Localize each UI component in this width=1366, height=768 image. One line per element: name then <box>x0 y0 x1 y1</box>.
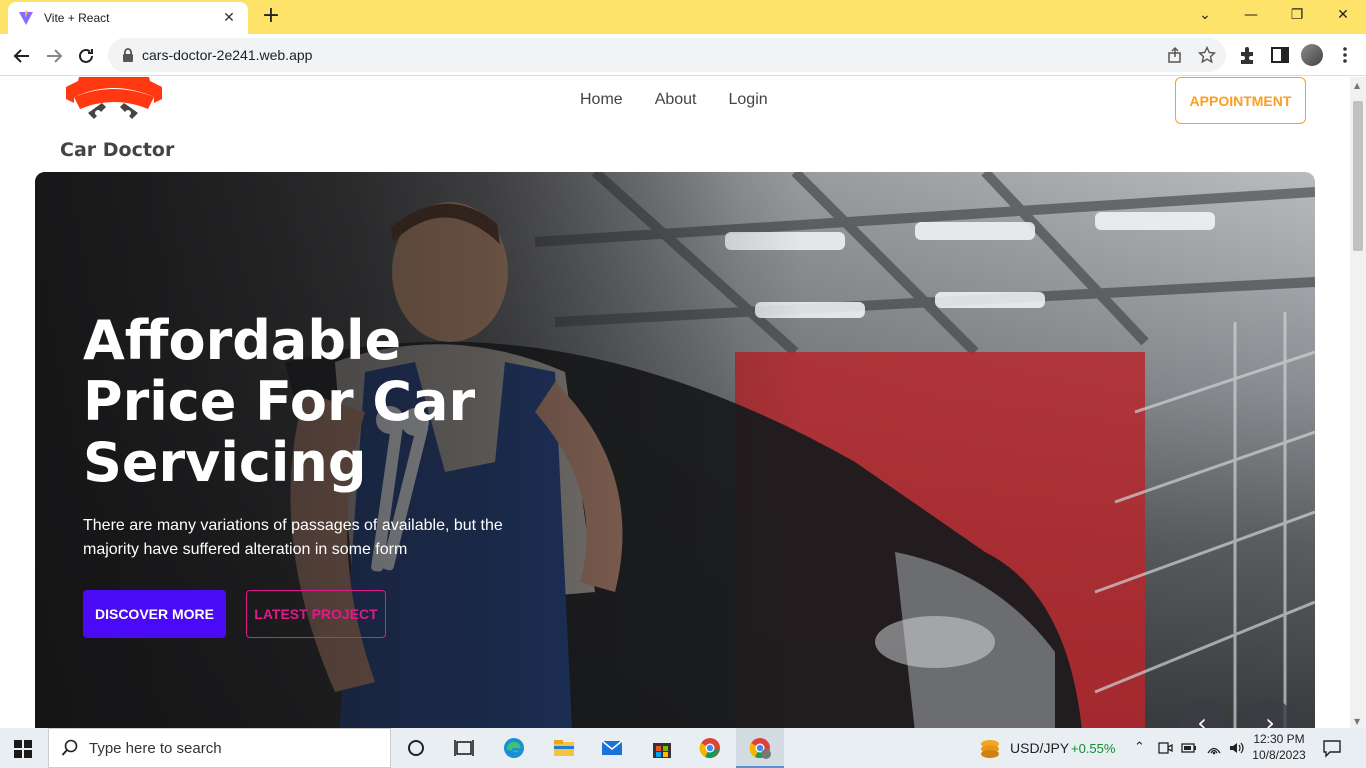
scroll-up-arrow-icon[interactable]: ▲ <box>1354 81 1360 90</box>
profile-avatar[interactable] <box>1301 44 1323 66</box>
hero-title: Affordable Price For Car Servicing <box>83 310 563 493</box>
clock-date: 10/8/2023 <box>1252 748 1306 762</box>
browser-menu-icon[interactable] <box>1334 44 1356 66</box>
show-hidden-icons-chevron-icon[interactable]: ⌃ <box>1134 740 1145 755</box>
restore-button[interactable]: ❐ <box>1274 0 1320 30</box>
notifications-icon[interactable] <box>1322 738 1342 758</box>
hero-title-line: Servicing <box>83 431 367 494</box>
extensions-puzzle-icon[interactable] <box>1237 44 1259 66</box>
web-page: Car Doctor Home About Login APPOINTMENT <box>0 77 1350 728</box>
cortana-icon[interactable] <box>404 736 428 760</box>
tab-search-chevron-icon[interactable]: ⌄ <box>1182 0 1228 30</box>
side-panel-icon[interactable] <box>1269 44 1291 66</box>
ticker-symbol: USD/JPY <box>1010 740 1070 756</box>
currency-ticker-icon[interactable] <box>978 736 1002 760</box>
ticker-change: +0.55% <box>1071 741 1116 756</box>
hero-title-line: Affordable <box>83 309 402 372</box>
edge-browser-icon[interactable] <box>502 736 526 760</box>
bookmark-star-icon[interactable] <box>1198 46 1216 64</box>
lock-icon <box>123 48 133 62</box>
forward-arrow-icon[interactable] <box>40 42 68 70</box>
system-clock[interactable]: 12:30 PM 10/8/2023 <box>1250 731 1308 763</box>
chrome-icon[interactable] <box>698 736 722 760</box>
chrome-profile-icon <box>749 738 771 759</box>
car-doctor-logo <box>66 77 162 119</box>
meet-now-icon[interactable] <box>1157 740 1173 756</box>
active-chrome-window[interactable] <box>736 728 784 768</box>
microsoft-store-icon[interactable] <box>650 736 674 760</box>
nav-login-link[interactable]: Login <box>729 91 768 109</box>
file-explorer-icon[interactable] <box>552 736 576 760</box>
search-icon <box>61 739 78 756</box>
wifi-icon[interactable] <box>1206 740 1222 756</box>
share-icon[interactable] <box>1166 46 1184 64</box>
minimize-button[interactable]: — <box>1228 0 1274 30</box>
hero-title-line: Price For Car <box>83 370 476 433</box>
vite-favicon-icon <box>19 11 33 25</box>
volume-icon[interactable] <box>1228 740 1244 756</box>
tab-close-icon[interactable]: ✕ <box>220 10 238 26</box>
mail-icon[interactable] <box>600 736 624 760</box>
reload-icon[interactable] <box>72 42 100 70</box>
browser-tab-strip: Vite + React ✕ + ⌄ — ❐ ✕ <box>0 0 1366 34</box>
nav-home-link[interactable]: Home <box>580 91 623 109</box>
windows-taskbar: Type here to search USD/JPY +0.55% ⌃ 12:… <box>0 728 1366 768</box>
taskbar-search-box[interactable]: Type here to search <box>48 728 391 768</box>
back-arrow-icon[interactable] <box>8 42 36 70</box>
clock-time: 12:30 PM <box>1253 732 1305 746</box>
task-view-icon[interactable] <box>452 736 476 760</box>
appointment-button[interactable]: APPOINTMENT <box>1175 77 1306 124</box>
new-tab-button[interactable]: + <box>258 4 284 30</box>
scroll-down-arrow-icon[interactable]: ▼ <box>1354 717 1360 726</box>
nav-about-link[interactable]: About <box>655 91 697 109</box>
close-window-button[interactable]: ✕ <box>1320 0 1366 30</box>
hero-banner: Affordable Price For Car Servicing There… <box>35 172 1315 728</box>
tab-title: Vite + React <box>44 11 110 25</box>
discover-more-button[interactable]: DISCOVER MORE <box>83 590 226 638</box>
browser-toolbar: cars-doctor-2e241.web.app <box>0 34 1366 76</box>
main-nav: Home About Login <box>580 91 768 109</box>
address-bar[interactable]: cars-doctor-2e241.web.app <box>108 38 1226 72</box>
browser-tab[interactable]: Vite + React ✕ <box>8 2 248 34</box>
url-text: cars-doctor-2e241.web.app <box>142 47 313 63</box>
hero-description: There are many variations of passages of… <box>83 517 503 558</box>
latest-project-button[interactable]: LATEST PROJECT <box>246 590 386 638</box>
windows-start-icon[interactable] <box>14 740 32 758</box>
scrollbar-thumb[interactable] <box>1353 101 1363 251</box>
search-placeholder: Type here to search <box>89 739 222 757</box>
brand-name: Car Doctor <box>60 139 175 161</box>
page-scrollbar[interactable]: ▲ ▼ <box>1350 77 1366 728</box>
battery-icon[interactable] <box>1181 740 1197 756</box>
